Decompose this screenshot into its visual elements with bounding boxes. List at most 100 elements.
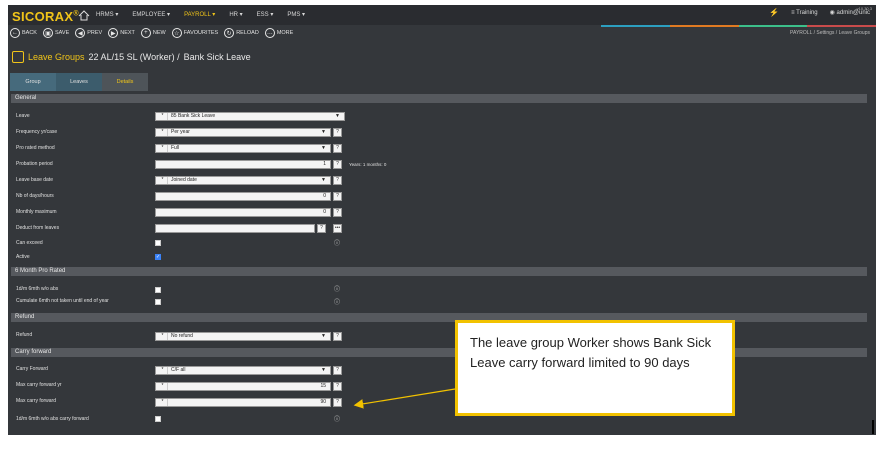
can-exceed-checkbox[interactable] [155,240,161,246]
menu-employee[interactable]: EMPLOYEE ▾ [132,11,170,18]
star-icon: ☆ [171,28,182,38]
tab-details[interactable]: Details [102,73,148,91]
cf-label: Carry Forward [16,366,48,372]
user-menu[interactable]: ◉ admin@unic [830,9,870,16]
app-logo[interactable]: SICORAX® [12,9,79,24]
more-icon: … [264,28,275,38]
breadcrumb[interactable]: PAYROLL / Settings / Leave Groups [790,30,870,36]
tab-leaves[interactable]: Leaves [56,73,102,91]
section-general: General [11,94,867,103]
refund-select[interactable]: * No refund ▼ [155,332,331,341]
probation-label: Probation period [16,161,53,167]
back-button[interactable]: ← BACK [10,28,37,38]
max-cf-yr-label: Max carry forward yr [16,382,62,388]
probation-extra: Years: 1 months: 0 [349,162,387,167]
active-checkbox[interactable]: ✓ [155,254,161,260]
days-input[interactable]: 0 [155,192,331,201]
window-edge-marker [872,420,874,434]
max-cf-label: Max carry forward [16,398,57,404]
page-title: Leave Groups 22 AL/15 SL (Worker) / Bank… [12,51,251,63]
deduct-input[interactable] [155,224,315,233]
probation-input[interactable]: 1 [155,160,331,169]
main-menu: HRMS ▾ EMPLOYEE ▾ PAYROLL ▾ HR ▾ ESS ▾ P… [96,11,305,18]
chevron-left-icon: ◀ [75,28,86,38]
cf-select[interactable]: * C/F all ▼ [155,366,331,375]
chevron-down-icon: ▼ [335,113,340,119]
plug-icon[interactable]: ⚡ [769,8,779,17]
help-icon[interactable]: ? [317,224,326,233]
top-navbar: SICORAX® HRMS ▾ EMPLOYEE ▾ PAYROLL ▾ HR … [8,5,876,25]
callout-arrow [353,388,456,409]
max-cf-input[interactable]: * 90 [155,398,331,407]
menu-ess[interactable]: ESS ▾ [257,11,274,18]
reload-icon: ↻ [224,28,235,38]
leave-label: Leave [16,113,30,119]
more-button[interactable]: … MORE [264,28,293,38]
help-icon[interactable]: ⓘ [334,238,340,247]
help-icon[interactable]: ? [333,332,342,341]
chevron-down-icon: ▼ [321,367,326,373]
exceed-label: Can exceed [16,240,43,246]
help-icon[interactable]: ⓘ [334,297,340,306]
title-main[interactable]: Leave Groups [28,52,85,62]
more-options-button[interactable]: ••• [333,224,342,233]
callout-text: The leave group Worker shows Bank Sick L… [470,335,712,370]
training-db[interactable]: ≡ Training [791,10,818,16]
menu-hrms[interactable]: HRMS ▾ [96,11,118,18]
frequency-label: Frequency yr/case [16,129,58,135]
menu-payroll[interactable]: PAYROLL ▾ [184,11,215,18]
deduct-label: Deduct from leaves [16,225,60,231]
cf-abs-label: 1d/m 6mth w/o abs carry forward [16,416,89,422]
action-toolbar: ← BACK ▣ SAVE ◀ PREV ▶ NEXT + NEW ☆ FAVOURITES… [10,28,293,38]
menu-hr[interactable]: HR ▾ [229,11,242,18]
app-window: SICORAX® HRMS ▾ EMPLOYEE ▾ PAYROLL ▾ HR … [8,5,876,435]
help-icon[interactable]: ⓘ [334,284,340,293]
section-six-month: 6 Month Pro Rated [11,267,867,276]
section-refund: Refund [11,313,867,322]
help-icon[interactable]: ? [333,366,342,375]
help-icon[interactable]: ? [333,128,342,137]
title-current: Bank Sick Leave [183,52,251,62]
six-month-row2-checkbox[interactable] [155,299,161,305]
help-icon[interactable]: ? [333,160,342,169]
help-icon[interactable]: ? [333,192,342,201]
section-carry-forward: Carry forward [11,348,867,357]
max-cf-yr-input[interactable]: * 15 [155,382,331,391]
accent-color-bars [601,25,876,27]
days-label: Nb of days/hours [16,193,54,199]
chevron-right-icon: ▶ [108,28,119,38]
help-icon[interactable]: ? [333,208,342,217]
tab-group[interactable]: Group [10,73,56,91]
save-button[interactable]: ▣ SAVE [42,28,69,38]
leave-groups-icon [12,51,24,63]
prev-button[interactable]: ◀ PREV [75,28,102,38]
six-month-row1-checkbox[interactable] [155,287,161,293]
menu-pms[interactable]: PMS ▾ [287,11,305,18]
home-icon[interactable] [78,10,90,21]
arrow-left-icon: ← [10,28,20,38]
cf-abs-checkbox[interactable] [155,416,161,422]
help-icon[interactable]: ? [333,176,342,185]
reload-button[interactable]: ↻ RELOAD [224,28,259,38]
prorated-label: Pro rated method [16,145,55,151]
prorated-select[interactable]: * Full ▼ [155,144,331,153]
monthly-input[interactable]: 0 [155,208,331,217]
help-icon[interactable]: ? [333,144,342,153]
new-button[interactable]: + NEW [140,28,166,38]
frequency-select[interactable]: * Per year ▼ [155,128,331,137]
monthly-label: Monthly maximum [16,209,57,215]
chevron-down-icon: ▼ [321,333,326,339]
help-icon[interactable]: ⓘ [334,414,340,423]
save-icon: ▣ [42,28,53,38]
next-button[interactable]: ▶ NEXT [108,28,135,38]
title-sub: 22 AL/15 SL (Worker) / [88,52,180,62]
annotation-callout: The leave group Worker shows Bank Sick L… [455,320,735,416]
basedate-select[interactable]: * Joined date ▼ [155,176,331,185]
leave-select[interactable]: * 85 Bank Sick Leave ▼ [155,112,345,121]
active-label: Active [16,254,30,260]
six-month-row2-label: Cumulate 6mth not taken until end of yea… [16,298,109,304]
basedate-label: Leave base date [16,177,53,183]
chevron-down-icon: ▼ [321,145,326,151]
chevron-down-icon: ▼ [321,177,326,183]
favourites-button[interactable]: ☆ FAVOURITES [171,28,218,38]
